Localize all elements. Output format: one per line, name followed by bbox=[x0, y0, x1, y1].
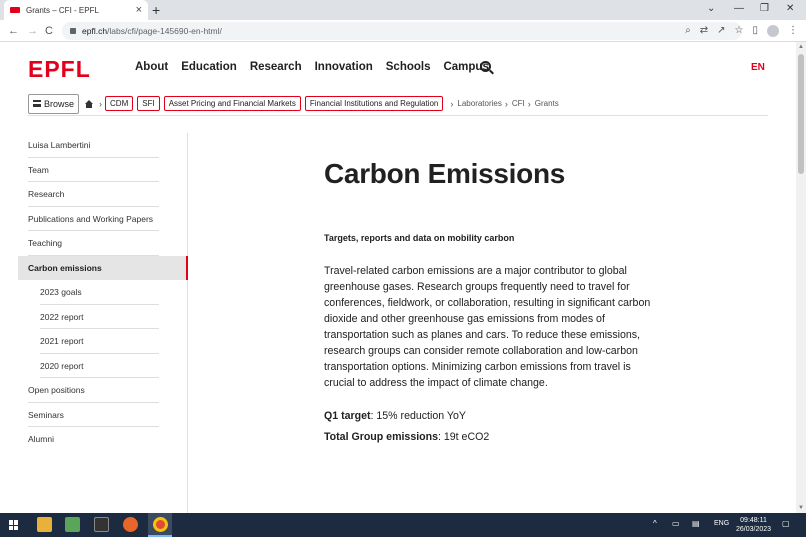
spreadsheet-app-icon[interactable] bbox=[65, 517, 80, 532]
q1-target: Q1 target: 15% reduction YoY bbox=[324, 410, 664, 422]
clock-date: 26/03/2023 bbox=[736, 526, 772, 533]
breadcrumb-tag-sfi[interactable]: SFI bbox=[137, 96, 160, 111]
breadcrumb-tag-cdm[interactable]: CDM bbox=[105, 96, 134, 111]
lock-icon[interactable] bbox=[70, 28, 76, 34]
reload-button[interactable]: C bbox=[45, 23, 53, 39]
sidebar-item-publications[interactable]: Publications and Working Papers bbox=[18, 207, 187, 232]
notifications-icon[interactable]: ▢ bbox=[782, 518, 790, 530]
browse-button[interactable]: Browse bbox=[28, 93, 80, 114]
terminal-icon[interactable] bbox=[94, 517, 109, 532]
scroll-down-icon[interactable]: ▼ bbox=[798, 505, 804, 511]
nav-education[interactable]: Education bbox=[181, 61, 237, 73]
total-emissions-value: : 19t eCO2 bbox=[438, 431, 490, 443]
browser-tab-bar: Grants – CFI - EPFL × + ⌄ — ❐ ✕ bbox=[0, 0, 806, 20]
profile-icon[interactable] bbox=[767, 25, 779, 37]
close-window-button[interactable]: ✕ bbox=[786, 2, 794, 16]
sidebar-item-2022-report[interactable]: 2022 report bbox=[18, 305, 187, 330]
sidebar-item-2020-report[interactable]: 2020 report bbox=[18, 354, 187, 379]
breadcrumb-laboratories[interactable]: Laboratories bbox=[457, 99, 501, 108]
breadcrumb: Browse › CDM SFI Asset Pricing and Finan… bbox=[28, 92, 768, 116]
menu-icon[interactable]: ⋮ bbox=[788, 23, 798, 39]
keyboard-icon[interactable]: ▤ bbox=[692, 518, 700, 530]
maximize-button[interactable]: ❐ bbox=[760, 2, 769, 16]
site-search-icon[interactable] bbox=[480, 61, 491, 72]
total-emissions-label: Total Group emissions bbox=[324, 431, 438, 443]
tray-chevron-icon[interactable]: ^ bbox=[653, 518, 657, 530]
sidebar-item-team[interactable]: Team bbox=[18, 158, 187, 183]
nav-about[interactable]: About bbox=[135, 61, 168, 73]
minimize-button[interactable]: — bbox=[734, 2, 744, 16]
back-button[interactable]: ← bbox=[8, 23, 19, 39]
tab-close-icon[interactable]: × bbox=[136, 4, 142, 16]
hamburger-icon bbox=[33, 100, 41, 107]
nav-schools[interactable]: Schools bbox=[386, 61, 431, 73]
nav-innovation[interactable]: Innovation bbox=[315, 61, 373, 73]
breadcrumb-grants: Grants bbox=[534, 99, 559, 108]
search-icon[interactable]: ⌕ bbox=[685, 23, 691, 39]
tab-search-icon[interactable]: ⌄ bbox=[707, 2, 715, 16]
main-content: Carbon Emissions Targets, reports and da… bbox=[324, 158, 664, 443]
battery-icon[interactable]: ▭ bbox=[672, 518, 680, 530]
sidebar-item-research[interactable]: Research bbox=[18, 182, 187, 207]
nav-research[interactable]: Research bbox=[250, 61, 302, 73]
firefox-icon[interactable] bbox=[123, 517, 138, 532]
breadcrumb-cfi[interactable]: CFI bbox=[512, 99, 525, 108]
sidebar-item-open-positions[interactable]: Open positions bbox=[18, 378, 187, 403]
side-panel-icon[interactable]: ▯ bbox=[752, 23, 758, 39]
browse-label: Browse bbox=[44, 98, 75, 109]
scroll-up-icon[interactable]: ▲ bbox=[798, 44, 804, 50]
breadcrumb-separator: › bbox=[99, 98, 103, 109]
breadcrumb-separator: › bbox=[527, 98, 531, 109]
breadcrumb-separator: › bbox=[450, 98, 454, 109]
windows-start-icon[interactable] bbox=[9, 520, 19, 530]
clock-time: 09:48:11 bbox=[740, 517, 767, 524]
file-explorer-icon[interactable] bbox=[37, 517, 52, 532]
taskbar-clock[interactable]: 09:48:11 26/03/2023 bbox=[736, 516, 771, 534]
page-scrollbar[interactable]: ▲ ▼ bbox=[796, 42, 806, 513]
scrollbar-thumb[interactable] bbox=[798, 54, 804, 174]
sidebar-item-teaching[interactable]: Teaching bbox=[18, 231, 187, 256]
url-path: /labs/cfi/page-145690-en-html/ bbox=[107, 26, 222, 36]
language-switch[interactable]: EN bbox=[751, 62, 765, 73]
url-field[interactable]: epfl.ch/labs/cfi/page-145690-en-html/ bbox=[62, 22, 742, 40]
body-paragraph: Travel-related carbon emissions are a ma… bbox=[324, 265, 651, 389]
chrome-icon[interactable] bbox=[153, 517, 168, 532]
address-bar: ← → C epfl.ch/labs/cfi/page-145690-en-ht… bbox=[0, 20, 806, 42]
main-nav: About Education Research Innovation Scho… bbox=[135, 61, 489, 73]
share-icon[interactable]: ↗ bbox=[717, 23, 725, 39]
home-icon[interactable] bbox=[85, 99, 94, 108]
q1-target-value: : 15% reduction YoY bbox=[370, 410, 466, 422]
sidebar-item-2023-goals[interactable]: 2023 goals bbox=[18, 280, 187, 305]
new-tab-button[interactable]: + bbox=[152, 2, 160, 18]
q1-target-label: Q1 target bbox=[324, 410, 371, 422]
sidebar-item-2021-report[interactable]: 2021 report bbox=[18, 329, 187, 354]
breadcrumb-separator: › bbox=[504, 98, 508, 109]
url-host: epfl.ch bbox=[82, 26, 108, 36]
breadcrumb-tag-financial-institutions[interactable]: Financial Institutions and Regulation bbox=[304, 96, 444, 111]
epfl-logo[interactable]: EPFL bbox=[28, 56, 91, 83]
sidebar-nav: Luisa Lambertini Team Research Publicati… bbox=[18, 133, 188, 513]
breadcrumb-tag-asset-pricing[interactable]: Asset Pricing and Financial Markets bbox=[163, 96, 301, 111]
lead-text: Targets, reports and data on mobility ca… bbox=[324, 233, 515, 243]
sidebar-item-alumni[interactable]: Alumni bbox=[18, 427, 187, 452]
sidebar-item-seminars[interactable]: Seminars bbox=[18, 403, 187, 428]
total-emissions: Total Group emissions: 19t eCO2 bbox=[324, 431, 664, 443]
sidebar-item-carbon-emissions[interactable]: Carbon emissions bbox=[18, 255, 188, 280]
star-icon[interactable]: ☆ bbox=[735, 23, 744, 39]
page-title: Carbon Emissions bbox=[324, 158, 566, 189]
tray-language[interactable]: ENG bbox=[714, 518, 729, 530]
tab-title: Grants – CFI - EPFL bbox=[26, 5, 99, 15]
web-page: EPFL About Education Research Innovation… bbox=[0, 42, 796, 513]
translate-icon[interactable]: ⇄ bbox=[700, 23, 708, 39]
sidebar-item-luisa-lambertini[interactable]: Luisa Lambertini bbox=[18, 133, 187, 158]
browser-tab[interactable]: Grants – CFI - EPFL × bbox=[4, 0, 148, 20]
windows-taskbar: ^ ▭ ▤ ENG 09:48:11 26/03/2023 ▢ bbox=[0, 513, 806, 537]
epfl-favicon-icon bbox=[10, 7, 20, 13]
forward-button[interactable]: → bbox=[27, 23, 38, 39]
